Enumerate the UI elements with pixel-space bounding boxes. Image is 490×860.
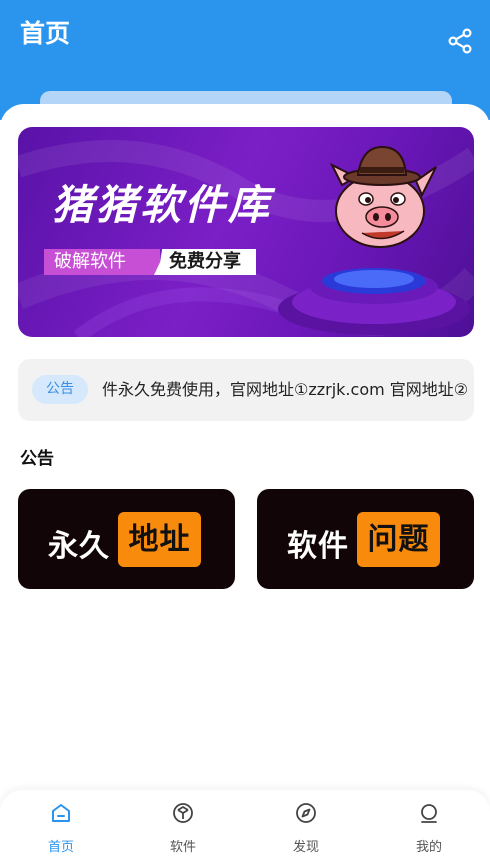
tab-label: 发现 [292,840,319,855]
cube-icon [173,803,193,823]
card-badge: 地址 [118,512,201,567]
banner-tag-crack: 破解软件 [44,249,160,275]
card-permanent-address[interactable]: 永久 地址 [18,489,235,589]
notice-marquee[interactable]: 公告 件永久免费使用，官网地址①zzrjk.com 官网地址② [18,359,474,421]
bottom-tab-bar: 首页 软件 发现 我的 [0,790,490,860]
podium-illustration [278,268,470,335]
tab-software[interactable]: 软件 [122,790,244,860]
tab-label: 软件 [169,840,196,855]
share-icon[interactable] [446,27,474,55]
notice-text: 件永久免费使用，官网地址①zzrjk.com 官网地址② [102,380,469,399]
compass-icon [296,803,316,823]
banner-tag-free: 免费分享 [154,249,256,275]
home-icon [52,804,70,822]
tab-discover[interactable]: 发现 [245,790,367,860]
tab-home[interactable]: 首页 [0,790,122,860]
tab-mine[interactable]: 我的 [368,790,490,860]
promo-banner[interactable]: 猪猪软件库 破解软件 免费分享 [18,127,474,337]
pig-mascot-icon [329,145,437,248]
section-title-announcement: 公告 [20,449,54,469]
page-title: 首页 [20,19,71,48]
tab-label: 首页 [47,840,74,855]
banner-title: 猪猪软件库 [52,181,272,229]
card-left-text: 软件 [287,529,349,564]
user-icon [421,804,437,823]
notice-chip: 公告 [32,375,88,404]
card-badge: 问题 [357,512,440,567]
tab-label: 我的 [415,840,442,855]
card-software-issues[interactable]: 软件 问题 [257,489,474,589]
card-left-text: 永久 [48,529,110,564]
